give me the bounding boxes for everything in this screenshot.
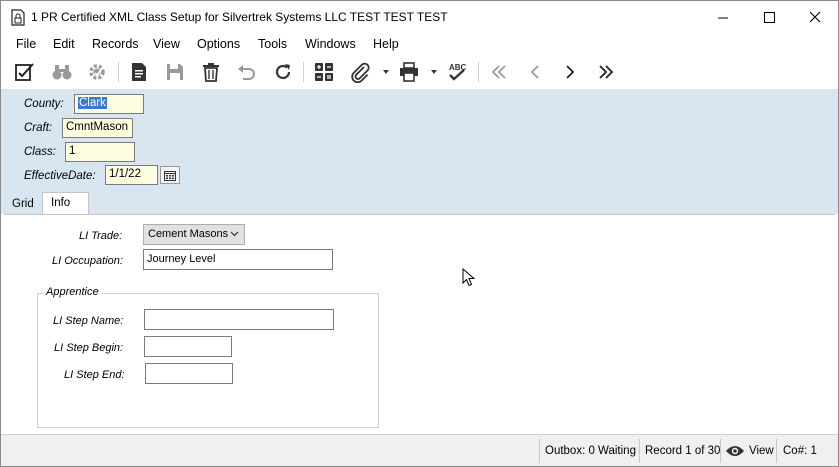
record-position: Record 1 of 30 bbox=[645, 445, 721, 457]
spellcheck-icon: ABC bbox=[449, 63, 467, 81]
eye-icon bbox=[726, 446, 744, 456]
gear-settings-icon bbox=[89, 64, 105, 80]
effective-date-label: EffectiveDate: bbox=[24, 170, 96, 182]
maximize-icon bbox=[763, 11, 775, 23]
info-tab-content: LI Trade: Cement Masons LI Occupation: J… bbox=[4, 214, 835, 433]
print-dropdown-arrow[interactable] bbox=[431, 70, 437, 74]
edit-checklist-button[interactable] bbox=[13, 60, 37, 84]
status-separator bbox=[639, 439, 640, 463]
view-label: View bbox=[749, 445, 774, 457]
li-occupation-label: LI Occupation: bbox=[52, 255, 123, 267]
close-button[interactable] bbox=[792, 1, 838, 33]
status-separator bbox=[720, 439, 721, 463]
attach-dropdown-arrow[interactable] bbox=[383, 70, 389, 74]
effective-date-field[interactable]: 1/1/22 bbox=[105, 165, 158, 185]
step-begin-field[interactable] bbox=[144, 336, 232, 357]
menu-view[interactable]: View bbox=[153, 37, 180, 51]
close-icon bbox=[809, 11, 821, 23]
new-document-button[interactable] bbox=[127, 60, 151, 84]
delete-button[interactable] bbox=[199, 60, 223, 84]
step-begin-label: LI Step Begin: bbox=[54, 342, 124, 354]
toolbar-separator bbox=[118, 62, 119, 82]
status-separator bbox=[776, 439, 777, 463]
menu-tools[interactable]: Tools bbox=[258, 37, 287, 51]
search-button[interactable] bbox=[50, 60, 74, 84]
last-record-icon bbox=[599, 65, 614, 79]
step-name-field[interactable] bbox=[144, 309, 334, 330]
step-end-label: LI Step End: bbox=[64, 369, 125, 381]
calculator-button[interactable] bbox=[312, 60, 336, 84]
menu-file[interactable]: File bbox=[16, 37, 36, 51]
first-record-button[interactable] bbox=[487, 60, 511, 84]
class-field[interactable]: 1 bbox=[65, 142, 135, 162]
delete-trash-icon bbox=[203, 63, 219, 82]
document-lock-icon bbox=[11, 9, 25, 26]
undo-icon bbox=[238, 65, 255, 80]
menu-records[interactable]: Records bbox=[92, 37, 139, 51]
window-title: 1 PR Certified XML Class Setup for Silve… bbox=[31, 10, 448, 24]
status-bar: Outbox: 0 Waiting Record 1 of 30 View Co… bbox=[1, 434, 838, 466]
previous-record-icon bbox=[530, 65, 539, 79]
title-bar: 1 PR Certified XML Class Setup for Silve… bbox=[1, 1, 838, 33]
settings-button[interactable] bbox=[85, 60, 109, 84]
maximize-button[interactable] bbox=[746, 1, 792, 33]
tab-grid[interactable]: Grid bbox=[4, 194, 42, 216]
print-button[interactable] bbox=[397, 60, 421, 84]
status-separator bbox=[539, 439, 540, 463]
refresh-button[interactable] bbox=[271, 60, 295, 84]
spellcheck-button[interactable]: ABC bbox=[445, 60, 469, 84]
date-picker-button[interactable] bbox=[160, 166, 180, 184]
li-trade-value: Cement Masons bbox=[148, 228, 229, 240]
toolbar: ABC bbox=[1, 55, 838, 89]
menu-bar: File Edit Records View Options Tools Win… bbox=[1, 33, 838, 55]
minimize-icon bbox=[717, 17, 728, 18]
menu-edit[interactable]: Edit bbox=[53, 37, 75, 51]
refresh-icon bbox=[275, 64, 291, 80]
attach-button[interactable] bbox=[348, 60, 372, 84]
mouse-pointer-icon bbox=[462, 268, 476, 287]
menu-options[interactable]: Options bbox=[197, 37, 240, 51]
binoculars-search-icon bbox=[52, 65, 72, 80]
view-toggle[interactable]: View bbox=[725, 435, 774, 467]
class-label: Class: bbox=[24, 146, 56, 158]
save-icon bbox=[167, 64, 183, 80]
app-window: 1 PR Certified XML Class Setup for Silve… bbox=[0, 0, 839, 467]
new-document-icon bbox=[132, 63, 146, 81]
next-record-button[interactable] bbox=[558, 60, 582, 84]
toolbar-separator bbox=[303, 62, 304, 82]
menu-help[interactable]: Help bbox=[373, 37, 399, 51]
next-record-icon bbox=[566, 65, 575, 79]
print-icon bbox=[400, 62, 418, 82]
save-button[interactable] bbox=[163, 60, 187, 84]
craft-label: Craft: bbox=[24, 122, 53, 134]
apprentice-group-title: Apprentice bbox=[43, 286, 102, 298]
county-value: Clark bbox=[78, 97, 107, 109]
last-record-button[interactable] bbox=[594, 60, 618, 84]
toolbar-separator bbox=[478, 62, 479, 82]
step-name-label: LI Step Name: bbox=[53, 315, 124, 327]
craft-field[interactable]: CmntMason bbox=[62, 118, 133, 138]
minimize-button[interactable] bbox=[700, 1, 746, 33]
tab-info[interactable]: Info bbox=[42, 192, 89, 216]
calendar-icon bbox=[164, 170, 176, 181]
county-label: County: bbox=[24, 98, 64, 110]
edit-checklist-icon bbox=[15, 63, 34, 81]
record-header-panel: County: Clark Craft: CmntMason Class: 1 … bbox=[1, 89, 838, 214]
li-occupation-field[interactable]: Journey Level bbox=[143, 249, 333, 270]
calculator-icon bbox=[315, 63, 333, 81]
step-end-field[interactable] bbox=[145, 363, 233, 384]
chevron-down-icon bbox=[230, 231, 239, 237]
outbox-status: Outbox: 0 Waiting bbox=[545, 445, 636, 457]
li-trade-label: LI Trade: bbox=[79, 230, 123, 242]
undo-button[interactable] bbox=[234, 60, 258, 84]
first-record-icon bbox=[491, 65, 506, 79]
county-field[interactable]: Clark bbox=[74, 94, 144, 114]
previous-record-button[interactable] bbox=[523, 60, 547, 84]
li-trade-select[interactable]: Cement Masons bbox=[143, 224, 245, 245]
attach-paperclip-icon bbox=[351, 62, 370, 83]
company-number: Co#: 1 bbox=[783, 445, 817, 457]
menu-windows[interactable]: Windows bbox=[305, 37, 356, 51]
